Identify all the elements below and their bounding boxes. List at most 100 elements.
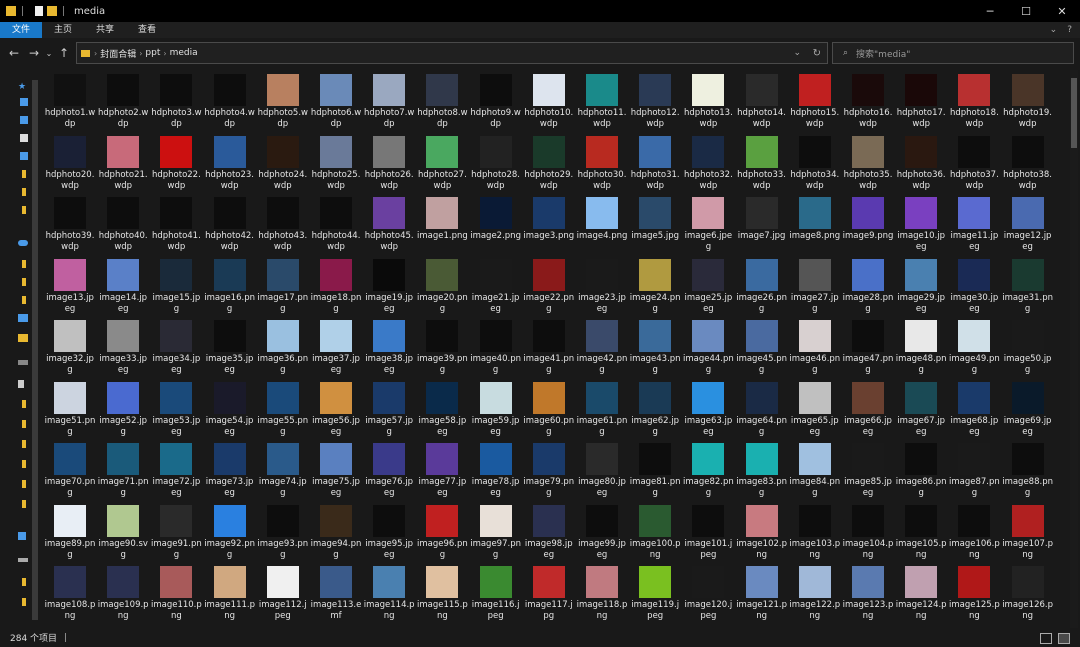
file-item[interactable]: hdphoto6.wdp — [310, 70, 362, 129]
file-item[interactable]: image110.png — [150, 562, 202, 621]
file-item[interactable]: image40.png — [470, 316, 522, 375]
file-item[interactable]: hdphoto4.wdp — [204, 70, 256, 129]
file-item[interactable]: hdphoto1.wdp — [44, 70, 96, 129]
file-item[interactable]: hdphoto14.wdp — [736, 70, 788, 129]
file-item[interactable]: hdphoto15.wdp — [789, 70, 841, 129]
file-item[interactable]: hdphoto3.wdp — [150, 70, 202, 129]
file-item[interactable]: image114.png — [363, 562, 415, 621]
file-item[interactable]: image111.png — [204, 562, 256, 621]
file-item[interactable]: image69.jpeg — [1002, 378, 1054, 437]
file-item[interactable]: image124.png — [895, 562, 947, 621]
file-item[interactable]: hdphoto41.wdp — [150, 193, 202, 252]
file-item[interactable]: image49.png — [948, 316, 1000, 375]
file-item[interactable]: hdphoto44.wdp — [310, 193, 362, 252]
file-item[interactable]: image123.png — [842, 562, 894, 621]
file-item[interactable]: image11.jpeg — [948, 193, 1000, 252]
up-icon[interactable]: ↑ — [54, 46, 74, 60]
file-item[interactable]: image81.png — [629, 439, 681, 498]
file-item[interactable]: hdphoto2.wdp — [97, 70, 149, 129]
close-button[interactable]: ✕ — [1044, 0, 1080, 22]
file-item[interactable]: image113.emf — [310, 562, 362, 621]
file-item[interactable]: image78.jpeg — [470, 439, 522, 498]
desktop-icon[interactable] — [20, 98, 28, 106]
file-item[interactable]: image35.jpeg — [204, 316, 256, 375]
file-item[interactable]: image76.jpeg — [363, 439, 415, 498]
file-item[interactable]: hdphoto30.wdp — [576, 132, 628, 191]
file-item[interactable]: image4.png — [576, 193, 628, 251]
file-item[interactable]: hdphoto42.wdp — [204, 193, 256, 252]
nav-pane-scrollbar[interactable] — [32, 80, 38, 620]
file-item[interactable]: image84.png — [789, 439, 841, 498]
file-item[interactable]: hdphoto13.wdp — [682, 70, 734, 129]
large-icons-view-icon[interactable] — [1058, 633, 1070, 644]
file-item[interactable]: hdphoto27.wdp — [416, 132, 468, 191]
folder-icon[interactable] — [22, 420, 26, 428]
file-item[interactable]: image32.jpg — [44, 316, 96, 375]
file-item[interactable]: hdphoto28.wdp — [470, 132, 522, 191]
file-item[interactable]: image44.png — [682, 316, 734, 375]
file-item[interactable]: image121.png — [736, 562, 788, 621]
file-item[interactable]: image55.png — [257, 378, 309, 437]
file-item[interactable]: image20.png — [416, 255, 468, 314]
file-item[interactable]: image12.jpeg — [1002, 193, 1054, 252]
file-item[interactable]: image103.png — [789, 501, 841, 560]
file-item[interactable]: image19.jpeg — [363, 255, 415, 314]
folder-icon[interactable] — [22, 170, 26, 178]
file-item[interactable]: image26.png — [736, 255, 788, 314]
file-item[interactable]: hdphoto26.wdp — [363, 132, 415, 191]
file-item[interactable]: image88.png — [1002, 439, 1054, 498]
file-item[interactable]: image59.jpeg — [470, 378, 522, 437]
file-item[interactable]: hdphoto38.wdp — [1002, 132, 1054, 191]
file-item[interactable]: hdphoto17.wdp — [895, 70, 947, 129]
file-item[interactable]: image43.png — [629, 316, 681, 375]
file-item[interactable]: image51.png — [44, 378, 96, 437]
new-folder-icon[interactable] — [47, 6, 57, 16]
file-item[interactable]: image102.png — [736, 501, 788, 560]
file-item[interactable]: image92.png — [204, 501, 256, 560]
file-item[interactable]: image47.png — [842, 316, 894, 375]
file-item[interactable]: hdphoto35.wdp — [842, 132, 894, 191]
file-item[interactable]: image97.png — [470, 501, 522, 560]
address-dropdown-icon[interactable]: ⌄ — [793, 48, 801, 58]
file-item[interactable]: image109.png — [97, 562, 149, 621]
file-item[interactable]: image93.png — [257, 501, 309, 560]
file-item[interactable]: image30.jpeg — [948, 255, 1000, 314]
tab-home[interactable]: 主页 — [42, 22, 84, 38]
file-item[interactable]: image71.png — [97, 439, 149, 498]
file-item[interactable]: image80.jpeg — [576, 439, 628, 498]
quick-access-icon[interactable]: ★ — [18, 82, 26, 92]
file-item[interactable]: image56.jpeg — [310, 378, 362, 437]
file-item[interactable]: image60.png — [523, 378, 575, 437]
file-item[interactable]: hdphoto34.wdp — [789, 132, 841, 191]
minimize-button[interactable]: ─ — [972, 0, 1008, 22]
folder-icon[interactable] — [22, 460, 26, 468]
search-box[interactable]: ⌕ 搜索"media" — [832, 42, 1074, 64]
file-item[interactable]: hdphoto20.wdp — [44, 132, 96, 191]
file-item[interactable]: image18.png — [310, 255, 362, 314]
file-item[interactable]: image100.png — [629, 501, 681, 560]
file-item[interactable]: image54.jpeg — [204, 378, 256, 437]
file-item[interactable]: image28.png — [842, 255, 894, 314]
file-item[interactable]: image91.png — [150, 501, 202, 560]
file-item[interactable]: image9.png — [842, 193, 894, 251]
file-item[interactable]: hdphoto23.wdp — [204, 132, 256, 191]
file-item[interactable]: image22.png — [523, 255, 575, 314]
file-item[interactable]: image73.jpeg — [204, 439, 256, 498]
address-bar[interactable]: › 封面合辑 › ppt › media ⌄ ↻ — [76, 42, 828, 64]
file-item[interactable]: image33.jpeg — [97, 316, 149, 375]
breadcrumb-1[interactable]: ppt — [142, 48, 163, 58]
file-item[interactable]: image83.png — [736, 439, 788, 498]
file-item[interactable]: image72.jpeg — [150, 439, 202, 498]
file-item[interactable]: hdphoto7.wdp — [363, 70, 415, 129]
file-item[interactable]: hdphoto45.wdp — [363, 193, 415, 252]
file-item[interactable]: image45.png — [736, 316, 788, 375]
file-item[interactable]: hdphoto25.wdp — [310, 132, 362, 191]
file-item[interactable]: image68.jpeg — [948, 378, 1000, 437]
file-item[interactable]: hdphoto36.wdp — [895, 132, 947, 191]
back-icon[interactable]: ← — [4, 46, 24, 60]
file-item[interactable]: image29.jpeg — [895, 255, 947, 314]
file-item[interactable]: image17.png — [257, 255, 309, 314]
file-item[interactable]: image90.svg — [97, 501, 149, 560]
file-item[interactable]: hdphoto31.wdp — [629, 132, 681, 191]
file-item[interactable]: image87.png — [948, 439, 1000, 498]
